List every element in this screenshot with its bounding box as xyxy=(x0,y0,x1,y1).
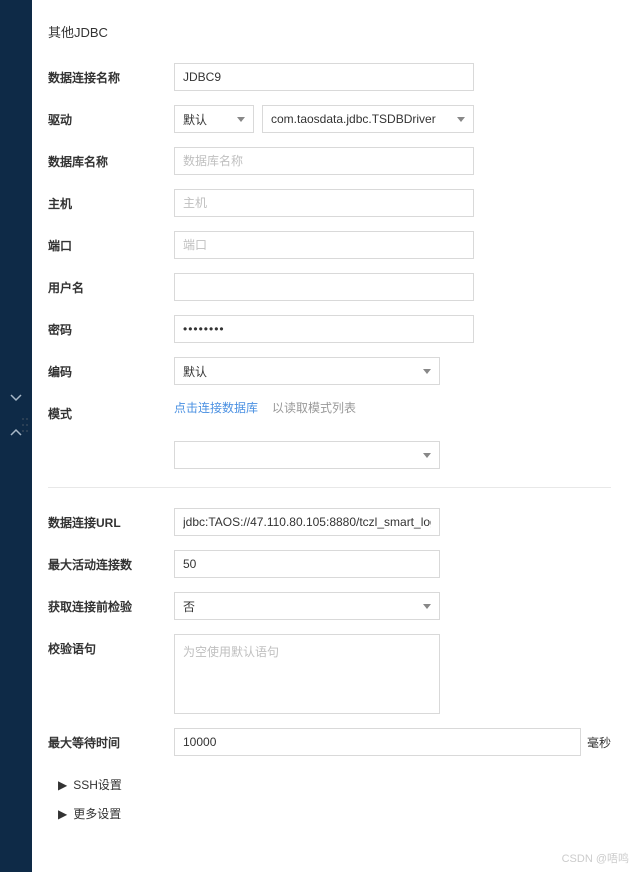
label-schema: 模式 xyxy=(48,399,174,422)
triangle-right-icon: ▶ xyxy=(58,778,67,792)
label-test-on-borrow: 获取连接前检验 xyxy=(48,592,174,615)
unit-ms: 毫秒 xyxy=(587,734,611,751)
max-wait-input[interactable] xyxy=(174,728,581,756)
divider xyxy=(48,487,611,488)
host-input[interactable] xyxy=(174,189,474,217)
user-input[interactable] xyxy=(174,273,474,301)
label-max-wait: 最大等待时间 xyxy=(48,728,174,751)
label-port: 端口 xyxy=(48,231,174,254)
page-title: 其他JDBC xyxy=(48,22,611,41)
label-password: 密码 xyxy=(48,315,174,338)
label-driver: 驱动 xyxy=(48,105,174,128)
schema-hint: 以读取模式列表 xyxy=(272,399,356,416)
password-input[interactable] xyxy=(174,315,474,343)
connect-db-link[interactable]: 点击连接数据库 xyxy=(174,399,258,416)
driver-class-select[interactable]: com.taosdata.jdbc.TSDBDriver xyxy=(262,105,474,133)
validation-query-textarea[interactable] xyxy=(174,634,440,714)
label-max-active: 最大活动连接数 xyxy=(48,550,174,573)
collapse-more[interactable]: ▶ 更多设置 xyxy=(48,799,611,828)
label-conn-name: 数据连接名称 xyxy=(48,63,174,86)
label-url: 数据连接URL xyxy=(48,508,174,531)
label-encoding: 编码 xyxy=(48,357,174,380)
driver-mode-select[interactable]: 默认 xyxy=(174,105,254,133)
triangle-right-icon: ▶ xyxy=(58,807,67,821)
main-panel: 其他JDBC 数据连接名称 驱动 默认 com.taosdata.jdbc.TS… xyxy=(32,0,639,872)
db-name-input[interactable] xyxy=(174,147,474,175)
test-on-borrow-select[interactable]: 否 xyxy=(174,592,440,620)
label-user: 用户名 xyxy=(48,273,174,296)
label-db-name: 数据库名称 xyxy=(48,147,174,170)
watermark: CSDN @唔鸣 xyxy=(562,850,629,866)
max-active-input[interactable] xyxy=(174,550,440,578)
label-host: 主机 xyxy=(48,189,174,212)
collapse-ssh[interactable]: ▶ SSH设置 xyxy=(48,770,611,799)
conn-name-input[interactable] xyxy=(174,63,474,91)
label-validation-query: 校验语句 xyxy=(48,634,174,657)
port-input[interactable] xyxy=(174,231,474,259)
schema-select[interactable] xyxy=(174,441,440,469)
url-input[interactable] xyxy=(174,508,440,536)
encoding-select[interactable]: 默认 xyxy=(174,357,440,385)
drag-handle-icon[interactable] xyxy=(18,410,32,440)
